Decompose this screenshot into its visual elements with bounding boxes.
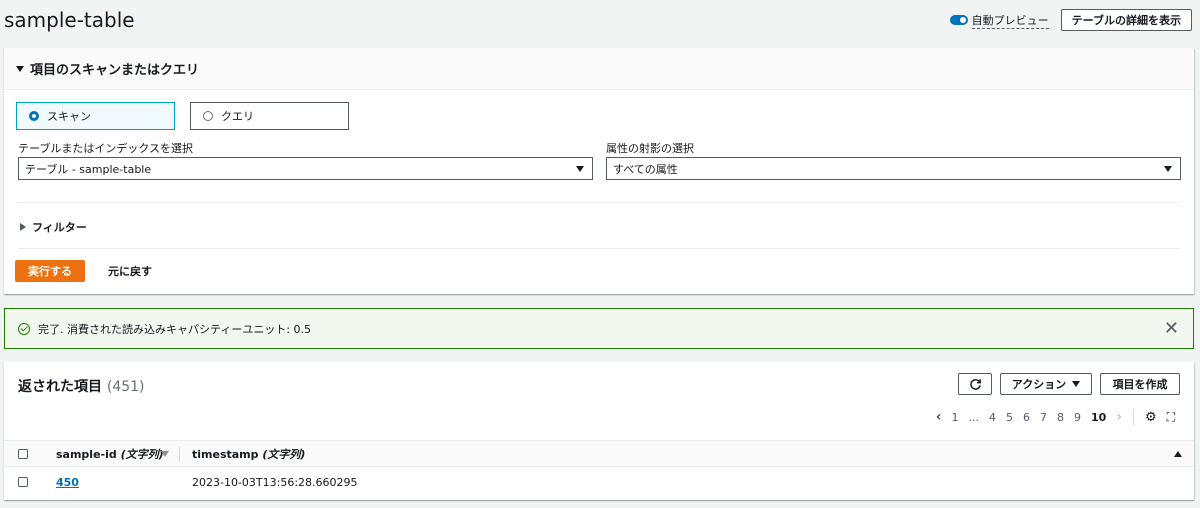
create-item-button[interactable]: 項目を作成 — [1100, 373, 1180, 395]
page-1[interactable]: 1 — [947, 411, 964, 424]
select-all-checkbox[interactable] — [18, 448, 28, 459]
mode-scan-option[interactable]: スキャン — [16, 102, 175, 130]
index-select-value: テーブル - sample-table — [25, 162, 152, 176]
sort-indicator-icon[interactable] — [161, 450, 169, 457]
fullscreen-icon[interactable]: ⛶ — [1162, 410, 1180, 425]
auto-preview-label: 自動プレビュー — [971, 13, 1049, 29]
mode-scan-label: スキャン — [47, 110, 91, 123]
page-10-current[interactable]: 10 — [1086, 411, 1111, 424]
actions-dropdown-button[interactable]: アクション — [1000, 373, 1092, 395]
column-type: (文字列) — [120, 447, 164, 461]
flash-text: 完了. 消費された読み込みキャパシティーユニット: 0.5 — [38, 322, 312, 336]
caret-right-icon[interactable] — [20, 223, 26, 231]
projection-select-value: すべての属性 — [613, 162, 678, 176]
table-header: sample-id (文字列) timestamp (文字列) — [4, 440, 1194, 467]
items-count: (451) — [106, 379, 145, 395]
page-9[interactable]: 9 — [1069, 411, 1086, 424]
table-row: 450 2023-10-03T13:56:28.660295 — [4, 467, 1194, 497]
radio-selected-icon[interactable] — [29, 111, 39, 121]
mode-query-label: クエリ — [221, 110, 254, 123]
page-5[interactable]: 5 — [1001, 411, 1018, 424]
reset-button[interactable]: 元に戻す — [108, 260, 152, 282]
refresh-icon — [969, 378, 981, 390]
dropdown-caret-icon — [1164, 165, 1172, 172]
column-type: (文字列) — [262, 447, 306, 461]
filter-expander[interactable]: フィルター — [20, 219, 87, 235]
sort-ascending-icon[interactable] — [1174, 450, 1182, 457]
divider — [18, 202, 1180, 203]
toggle-icon[interactable] — [949, 15, 968, 25]
page-6[interactable]: 6 — [1018, 411, 1035, 424]
index-select[interactable]: テーブル - sample-table — [18, 157, 593, 180]
settings-gear-icon[interactable]: ⚙ — [1140, 410, 1162, 425]
scan-panel-header[interactable]: 項目のスキャンまたはクエリ — [4, 48, 1194, 90]
returned-items-panel: 返された項目 (451) アクション 項目を作成 ‹ 1 ... 4 5 6 7… — [4, 362, 1194, 500]
timestamp-cell: 2023-10-03T13:56:28.660295 — [192, 475, 358, 489]
dropdown-caret-icon — [576, 165, 584, 172]
column-name: timestamp — [192, 447, 259, 461]
actions-label: アクション — [1011, 378, 1067, 391]
prev-page-icon[interactable]: ‹ — [931, 409, 947, 425]
run-button[interactable]: 実行する — [15, 260, 85, 282]
header-actions: 自動プレビュー テーブルの詳細を表示 — [949, 9, 1192, 31]
page-4[interactable]: 4 — [984, 411, 1001, 424]
page-title: sample-table — [4, 8, 135, 32]
mode-query-option[interactable]: クエリ — [190, 102, 349, 130]
view-table-details-button[interactable]: テーブルの詳細を表示 — [1060, 9, 1192, 31]
projection-select[interactable]: すべての属性 — [606, 157, 1181, 180]
column-header-sample-id[interactable]: sample-id (文字列) — [56, 446, 164, 462]
items-title: 返された項目 — [18, 379, 102, 395]
row-checkbox[interactable] — [18, 477, 28, 487]
divider — [18, 248, 1180, 249]
item-link[interactable]: 450 — [56, 476, 79, 489]
refresh-button[interactable] — [958, 373, 992, 395]
pager-separator — [1132, 409, 1134, 425]
column-resizer[interactable] — [179, 447, 180, 462]
items-toolbar: アクション 項目を作成 — [958, 373, 1180, 395]
page-ellipsis: ... — [968, 410, 980, 424]
page-7[interactable]: 7 — [1035, 411, 1052, 424]
items-heading: 返された項目 (451) — [18, 376, 145, 396]
close-icon[interactable]: ✕ — [1164, 320, 1179, 338]
scan-query-panel: 項目のスキャンまたはクエリ スキャン クエリ テーブルまたはインデックスを選択 … — [4, 48, 1194, 294]
pagination: ‹ 1 ... 4 5 6 7 8 9 10 › ⚙ ⛶ — [931, 409, 1180, 425]
column-header-timestamp[interactable]: timestamp (文字列) — [192, 446, 305, 462]
scan-panel-title: 項目のスキャンまたはクエリ — [30, 63, 200, 78]
items-table: sample-id (文字列) timestamp (文字列) 450 2023… — [4, 440, 1194, 497]
auto-preview-toggle[interactable]: 自動プレビュー — [949, 12, 1049, 29]
projection-select-label: 属性の射影の選択 — [606, 142, 694, 155]
column-name: sample-id — [56, 447, 117, 461]
caret-down-icon[interactable] — [16, 65, 24, 72]
caret-down-icon — [1072, 381, 1081, 387]
filter-label: フィルター — [32, 221, 87, 234]
page-8[interactable]: 8 — [1052, 411, 1069, 424]
success-flash-message: 完了. 消費された読み込みキャパシティーユニット: 0.5 ✕ — [4, 308, 1194, 349]
index-select-label: テーブルまたはインデックスを選択 — [18, 142, 194, 155]
success-check-icon — [18, 322, 30, 335]
next-page-icon[interactable]: › — [1111, 409, 1127, 425]
radio-unselected-icon[interactable] — [203, 111, 213, 121]
